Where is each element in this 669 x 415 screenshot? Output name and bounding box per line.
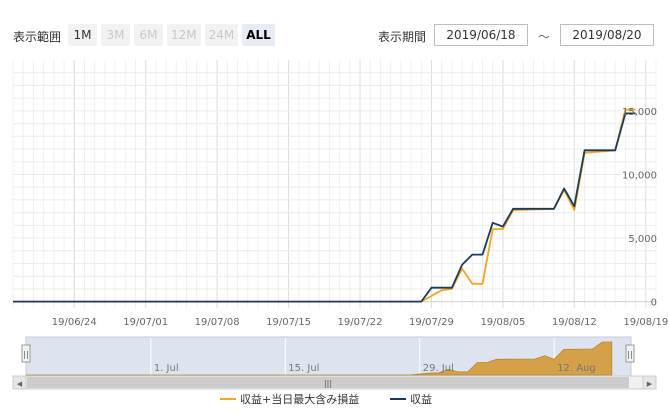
series-layer: [13, 108, 636, 303]
x-axis-ticks: 19/06/24 19/07/01 19/07/08 19/07/15 19/07/22…: [52, 317, 668, 328]
navigator-label: 29. Jul: [423, 363, 454, 374]
scroll-left-arrow-icon: ◀: [17, 380, 23, 388]
x-tick-label: 19/07/08: [195, 317, 240, 328]
x-tick-label: 19/07/22: [338, 317, 383, 328]
x-tick-label: 19/06/24: [52, 317, 97, 328]
navigator-right-handle-glyph: ||: [627, 350, 632, 359]
navigator-label: 12. Aug: [557, 363, 596, 374]
series-line-profit: [13, 112, 636, 303]
y-tick-label: 15,000: [622, 107, 657, 118]
legend-label-profit-with-unrealized[interactable]: 収益+当日最大含み損益: [240, 392, 359, 406]
scroll-right-arrow-icon: ▶: [647, 380, 653, 388]
legend: 収益+当日最大含み損益 収益: [220, 392, 432, 406]
navigator[interactable]: 1. Jul 15. Jul 29. Jul 12. Aug || ||: [21, 336, 635, 377]
series-line-profit-with-unrealized: [13, 108, 636, 303]
y-tick-label: 10,000: [622, 170, 657, 181]
horizontal-grid: [13, 72, 656, 303]
navigator-left-handle-glyph: ||: [23, 350, 28, 359]
profit-chart: 19/06/24 19/07/01 19/07/08 19/07/15 19/07/22…: [12, 60, 668, 406]
y-tick-label: 0: [651, 298, 657, 309]
navigator-label: 15. Jul: [288, 363, 319, 374]
scrollbar-thumb-grip: |||: [324, 379, 332, 388]
scrollbar[interactable]: ◀ ||| ▶: [12, 375, 657, 390]
x-tick-label: 19/07/29: [409, 317, 454, 328]
legend-label-profit[interactable]: 収益: [410, 392, 432, 406]
y-axis-ticks: 0 5,000 10,000 15,000: [622, 107, 657, 309]
x-tick-label: 19/07/01: [123, 317, 168, 328]
x-tick-label: 19/08/19: [623, 317, 668, 328]
x-tick-label: 19/08/05: [480, 317, 525, 328]
x-tick-label: 19/08/12: [552, 317, 597, 328]
x-tick-label: 19/07/15: [266, 317, 311, 328]
navigator-label: 1. Jul: [154, 363, 179, 374]
vertical-grid: [12, 60, 657, 308]
y-tick-label: 5,000: [628, 234, 657, 245]
